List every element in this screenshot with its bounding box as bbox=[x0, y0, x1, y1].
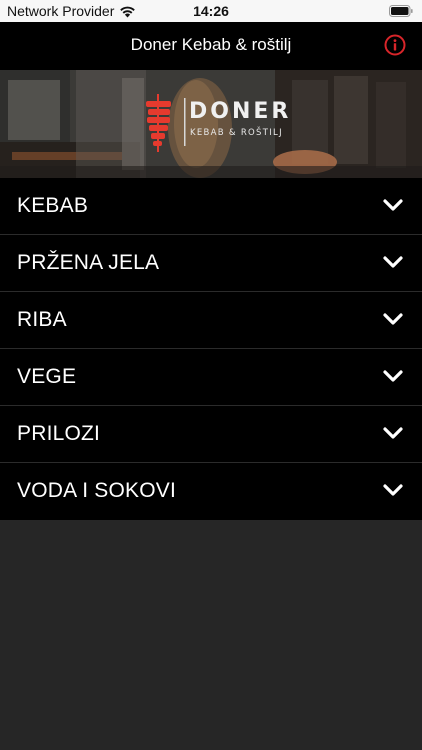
logo-tagline: KEBAB & ROŠTILJ bbox=[190, 128, 283, 138]
status-time: 14:26 bbox=[193, 3, 229, 19]
chevron-down-icon[interactable] bbox=[383, 483, 403, 497]
category-voda-i-sokovi[interactable]: VODA I SOKOVI bbox=[0, 463, 422, 520]
category-label: VEGE bbox=[17, 365, 77, 388]
chevron-down-icon[interactable] bbox=[383, 198, 403, 212]
category-kebab[interactable]: KEBAB bbox=[0, 178, 422, 235]
category-riba[interactable]: RIBA bbox=[0, 292, 422, 349]
category-label: PRŽENA JELA bbox=[17, 251, 160, 274]
category-vege[interactable]: VEGE bbox=[0, 349, 422, 406]
chevron-down-icon[interactable] bbox=[383, 426, 403, 440]
chevron-down-icon[interactable] bbox=[383, 312, 403, 326]
category-label: PRILOZI bbox=[17, 422, 101, 445]
category-przena-jela[interactable]: PRŽENA JELA bbox=[0, 235, 422, 292]
header-banner: DONER KEBAB & ROŠTILJ bbox=[0, 70, 422, 178]
navigation-bar: Doner Kebab & roštilj bbox=[0, 22, 422, 70]
category-label: KEBAB bbox=[17, 194, 89, 217]
category-label: VODA I SOKOVI bbox=[17, 479, 176, 502]
menu-category-list: KEBAB PRŽENA JELA RIBA VEGE PRILOZI VODA… bbox=[0, 178, 422, 520]
chevron-down-icon[interactable] bbox=[383, 255, 403, 269]
category-prilozi[interactable]: PRILOZI bbox=[0, 406, 422, 463]
battery-icon bbox=[389, 5, 413, 17]
category-label: RIBA bbox=[17, 308, 67, 331]
status-bar: Network Provider 14:26 bbox=[0, 0, 422, 22]
chevron-down-icon[interactable] bbox=[383, 369, 403, 383]
nav-title: Doner Kebab & roštilj bbox=[130, 35, 292, 54]
app-screen: Network Provider 14:26 Doner Kebab & roš… bbox=[0, 0, 422, 750]
info-icon[interactable] bbox=[384, 34, 406, 56]
logo-wordmark: DONER bbox=[189, 99, 292, 124]
